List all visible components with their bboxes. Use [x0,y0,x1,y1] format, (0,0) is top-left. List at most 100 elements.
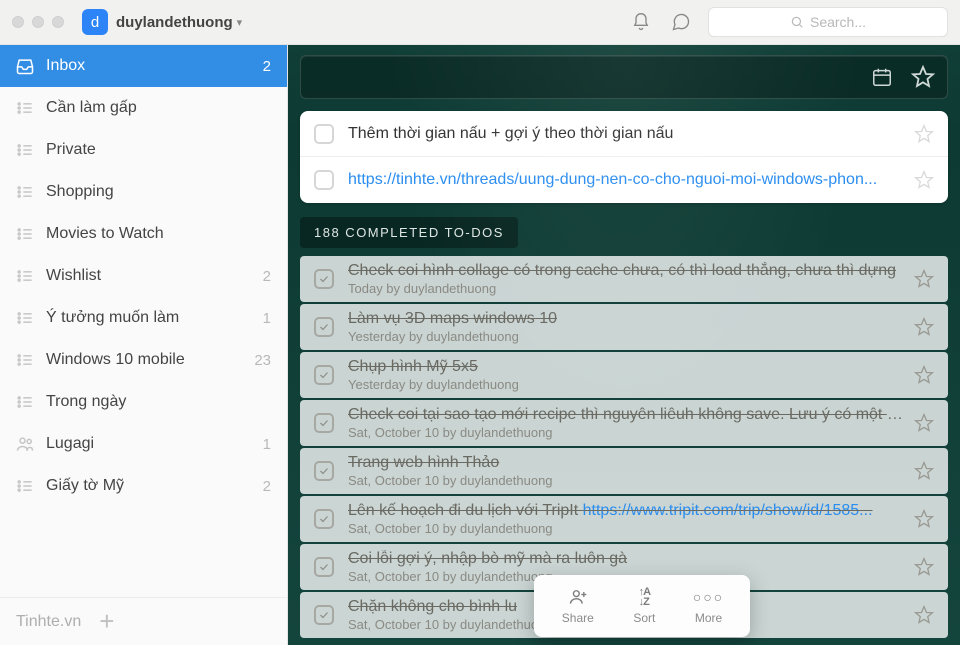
star-icon[interactable] [914,605,934,625]
checkbox[interactable] [314,124,334,144]
completed-title: Check coi tại sao tạo mới recipe thì ngu… [348,406,904,424]
list-icon [14,182,36,202]
share-label: Share [562,611,594,625]
chevron-down-icon: ▾ [237,16,243,29]
checked-checkbox[interactable] [314,365,334,385]
completed-row[interactable]: Check coi tại sao tạo mới recipe thì ngu… [300,400,948,446]
list-icon [14,350,36,370]
completed-row[interactable]: Làm vụ 3D maps windows 10Yesterday by du… [300,304,948,350]
star-icon[interactable] [914,413,934,433]
sidebar-item-count: 2 [263,478,271,495]
star-icon[interactable] [914,461,934,481]
more-icon: ○○○ [699,587,719,607]
minimize-dot[interactable] [32,16,44,28]
sort-button[interactable]: ↑A↓Z Sort [633,587,655,625]
search-icon [790,15,804,29]
sidebar-item-10[interactable]: Giấy tờ Mỹ2 [0,465,287,507]
completed-meta: Sat, October 10 by duylandethuong [348,473,904,488]
sidebar-item-label: Ý tưởng muốn làm [46,309,263,327]
footer-brand: Tinhte.vn [16,613,81,631]
todo-row[interactable]: Thêm thời gian nấu + gợi ý theo thời gia… [300,111,948,157]
checked-checkbox[interactable] [314,269,334,289]
sidebar-item-count: 2 [263,268,271,285]
calendar-icon[interactable] [871,66,893,88]
bell-icon[interactable] [628,9,654,35]
sidebar-item-4[interactable]: Movies to Watch [0,213,287,255]
titlebar: d duylandethuong ▾ Search... [0,0,960,45]
sidebar-item-label: Trong ngày [46,393,271,411]
sidebar-item-label: Cần làm gấp [46,99,271,117]
more-button[interactable]: ○○○ More [695,587,722,625]
username-label: duylandethuong [116,14,233,31]
share-button[interactable]: Share [562,587,594,625]
sidebar-item-7[interactable]: Windows 10 mobile23 [0,339,287,381]
checkbox[interactable] [314,170,334,190]
username-dropdown[interactable]: duylandethuong ▾ [116,14,242,31]
star-icon[interactable] [914,269,934,289]
sidebar-item-9[interactable]: Lugagi1 [0,423,287,465]
completed-title: Check coi hình collage có trong cache ch… [348,262,904,280]
star-icon[interactable] [914,509,934,529]
completed-row[interactable]: Check coi hình collage có trong cache ch… [300,256,948,302]
sidebar-item-1[interactable]: Cần làm gấp [0,87,287,129]
completed-row[interactable]: Chụp hình Mỹ 5x5Yesterday by duylandethu… [300,352,948,398]
todo-text: https://tinhte.vn/threads/uung-dung-nen-… [348,171,904,189]
checked-checkbox[interactable] [314,461,334,481]
completed-meta: Today by duylandethuong [348,281,904,296]
sidebar-item-count: 1 [263,436,271,453]
star-icon[interactable] [911,65,935,89]
completed-row[interactable]: Trang web hình ThảoSat, October 10 by du… [300,448,948,494]
checked-checkbox[interactable] [314,605,334,625]
list-icon [14,224,36,244]
checked-checkbox[interactable] [314,557,334,577]
checked-checkbox[interactable] [314,509,334,529]
sidebar: Inbox2Cần làm gấpPrivateShoppingMovies t… [0,45,288,645]
star-icon[interactable] [914,170,934,190]
checked-checkbox[interactable] [314,317,334,337]
list-icon [14,140,36,160]
list-header [300,55,948,99]
sort-label: Sort [633,611,655,625]
avatar[interactable]: d [82,9,108,35]
checked-checkbox[interactable] [314,413,334,433]
sidebar-item-label: Movies to Watch [46,225,271,243]
chat-icon[interactable] [668,9,694,35]
todo-text: Thêm thời gian nấu + gợi ý theo thời gia… [348,125,904,143]
window-controls[interactable] [12,16,64,28]
sidebar-item-8[interactable]: Trong ngày [0,381,287,423]
sidebar-item-6[interactable]: Ý tưởng muốn làm1 [0,297,287,339]
sidebar-item-label: Private [46,141,271,159]
todo-row[interactable]: https://tinhte.vn/threads/uung-dung-nen-… [300,157,948,203]
search-input[interactable]: Search... [708,7,948,37]
star-icon[interactable] [914,557,934,577]
more-label: More [695,611,722,625]
completed-meta: Yesterday by duylandethuong [348,329,904,344]
sidebar-item-label: Giấy tờ Mỹ [46,477,263,495]
completed-meta: Sat, October 10 by duylandethuong [348,425,904,440]
star-icon[interactable] [914,317,934,337]
sidebar-item-5[interactable]: Wishlist2 [0,255,287,297]
zoom-dot[interactable] [52,16,64,28]
sidebar-item-label: Wishlist [46,267,263,285]
list-icon [14,308,36,328]
completed-title: Lên kế hoạch đi du lịch với TripIt https… [348,502,904,520]
add-list-button[interactable]: + [99,606,114,637]
list-icon [14,98,36,118]
sort-az-icon: ↑A↓Z [634,587,654,607]
sidebar-item-count: 2 [263,58,271,75]
search-placeholder: Search... [810,14,866,30]
action-bar: Share ↑A↓Z Sort ○○○ More [534,575,750,637]
star-icon[interactable] [914,124,934,144]
sidebar-item-label: Windows 10 mobile [46,351,254,369]
active-todos-card: Thêm thời gian nấu + gợi ý theo thời gia… [300,111,948,203]
sidebar-item-2[interactable]: Private [0,129,287,171]
sidebar-item-label: Inbox [46,57,263,75]
sidebar-item-3[interactable]: Shopping [0,171,287,213]
completed-title: Làm vụ 3D maps windows 10 [348,310,904,328]
close-dot[interactable] [12,16,24,28]
person-plus-icon [568,587,588,607]
completed-row[interactable]: Lên kế hoạch đi du lịch với TripIt https… [300,496,948,542]
star-icon[interactable] [914,365,934,385]
completed-header[interactable]: 188 COMPLETED TO-DOS [300,217,518,248]
sidebar-item-0[interactable]: Inbox2 [0,45,287,87]
